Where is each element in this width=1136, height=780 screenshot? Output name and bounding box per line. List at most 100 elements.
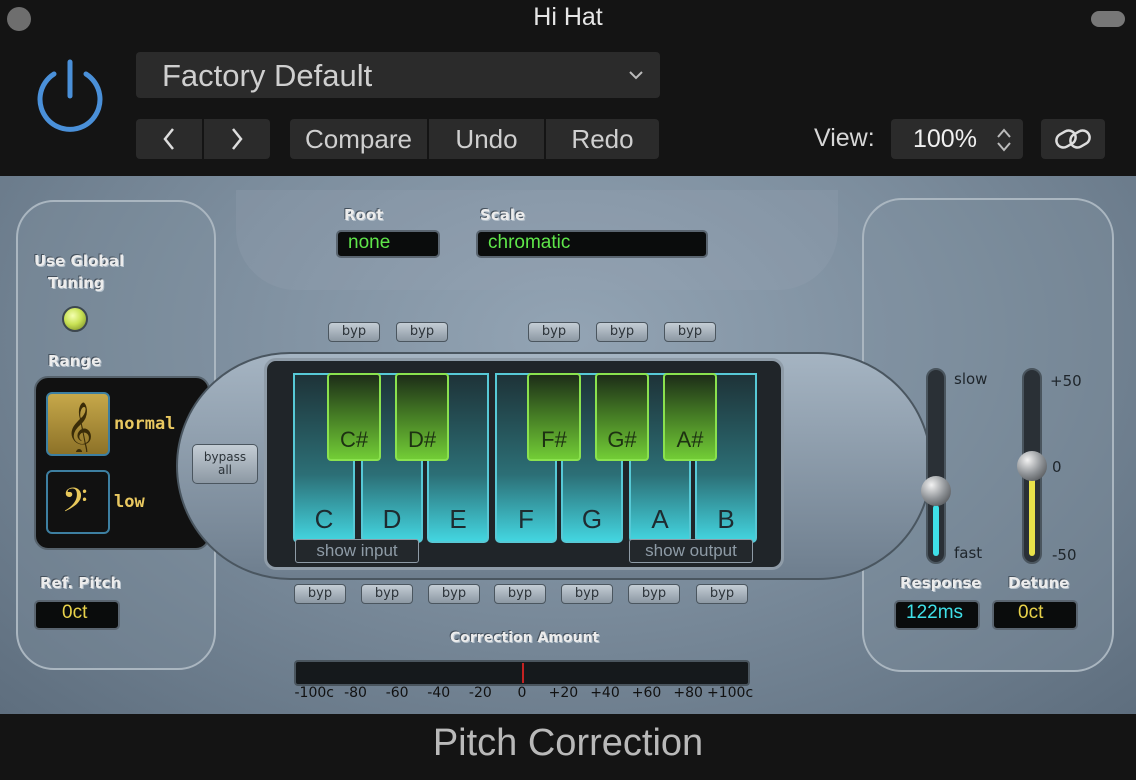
response-slider-fill: [933, 504, 939, 556]
detune-top-label: +50: [1050, 372, 1082, 390]
previous-preset-button[interactable]: [136, 119, 202, 159]
preset-name: Factory Default: [162, 58, 373, 93]
redo-button[interactable]: Redo: [546, 119, 659, 159]
correction-amount-meter: [294, 660, 750, 686]
pitch-correction-panel: Root none Scale chromatic Use Global Tun…: [0, 176, 1136, 714]
next-preset-button[interactable]: [204, 119, 270, 159]
power-button[interactable]: [32, 58, 108, 134]
compare-button[interactable]: Compare: [290, 119, 427, 159]
correction-tick-label: -100c: [294, 685, 334, 701]
key-label: F: [518, 504, 534, 534]
key-label: C: [314, 504, 334, 534]
svg-text:𝄢: 𝄢: [62, 482, 88, 528]
range-low-label: low: [114, 492, 145, 512]
key-label: A: [651, 504, 669, 534]
response-value: 122ms: [906, 602, 964, 623]
key-fsharp[interactable]: F#: [527, 373, 581, 461]
range-normal-button[interactable]: 𝄞: [46, 392, 110, 456]
correction-tick-label: +20: [548, 685, 579, 701]
bypass-e-button[interactable]: byp: [428, 584, 480, 604]
response-slider[interactable]: [926, 368, 946, 564]
key-label: D#: [407, 427, 437, 452]
power-icon: [37, 59, 103, 132]
response-display[interactable]: 122ms: [894, 600, 980, 630]
zoom-value: 100%: [913, 125, 977, 153]
plugin-header: Hi Hat Factory Default Compare Undo Redo…: [0, 0, 1136, 176]
correction-tick-label: +60: [631, 685, 662, 701]
bypass-all-button[interactable]: bypass all: [192, 444, 258, 484]
key-dsharp[interactable]: D#: [395, 373, 449, 461]
key-label: G: [581, 504, 603, 534]
detune-value: 0ct: [1018, 602, 1044, 623]
range-low-button[interactable]: 𝄢: [46, 470, 110, 534]
bypass-gsharp-button[interactable]: byp: [596, 322, 648, 342]
link-icon: [1055, 129, 1091, 149]
root-label: Root: [344, 206, 384, 224]
correction-tick-label: +100c: [707, 685, 754, 701]
bypass-c-button[interactable]: byp: [294, 584, 346, 604]
correction-tick-label: -20: [468, 685, 492, 701]
plugin-footer: Pitch Correction: [0, 714, 1136, 780]
zoom-select[interactable]: 100%: [891, 119, 1023, 159]
bypass-csharp-button[interactable]: byp: [328, 322, 380, 342]
bypass-dsharp-button[interactable]: byp: [396, 322, 448, 342]
range-label: Range: [48, 352, 102, 370]
detune-bottom-label: -50: [1052, 546, 1077, 564]
key-label: G#: [607, 427, 637, 452]
global-tuning-label-line1: Use Global: [34, 252, 125, 270]
bypass-fsharp-button[interactable]: byp: [528, 322, 580, 342]
detune-display[interactable]: 0ct: [992, 600, 1078, 630]
correction-tick-label: 0: [517, 685, 527, 701]
window-resize-handle[interactable]: [1091, 11, 1125, 27]
scale-label: Scale: [480, 206, 526, 224]
detune-slider-knob[interactable]: [1017, 451, 1047, 481]
up-down-arrows-icon: [997, 128, 1011, 152]
window-title: Hi Hat: [533, 3, 603, 31]
chevron-down-icon: [629, 71, 643, 80]
key-label: F#: [541, 427, 567, 452]
bypass-a-button[interactable]: byp: [628, 584, 680, 604]
response-fast-label: fast: [954, 544, 983, 562]
correction-tick-label: +40: [590, 685, 620, 701]
chevron-right-icon: [232, 128, 243, 150]
correction-tick-label: -60: [385, 685, 409, 701]
scale-display[interactable]: chromatic: [476, 230, 708, 258]
svg-text:𝄞: 𝄞: [66, 401, 93, 452]
treble-clef-icon: 𝄞: [66, 401, 93, 452]
scale-value: chromatic: [488, 232, 571, 253]
key-gsharp[interactable]: G#: [595, 373, 649, 461]
key-label: C#: [339, 427, 369, 452]
bypass-all-line2: all: [217, 463, 233, 477]
key-label: B: [717, 504, 735, 534]
bass-clef-icon: 𝄢: [62, 482, 88, 528]
show-input-button[interactable]: show input: [295, 539, 419, 563]
undo-button[interactable]: Undo: [429, 119, 544, 159]
response-slider-knob[interactable]: [921, 475, 951, 506]
show-output-button[interactable]: show output: [629, 539, 753, 563]
key-csharp[interactable]: C#: [327, 373, 381, 461]
bypass-d-button[interactable]: byp: [361, 584, 413, 604]
link-button[interactable]: [1041, 119, 1105, 159]
plugin-name: Pitch Correction: [432, 722, 704, 764]
correction-amount-label: Correction Amount: [450, 630, 600, 646]
root-value: none: [348, 232, 391, 253]
correction-tick-label: -80: [344, 685, 367, 701]
key-asharp[interactable]: A#: [663, 373, 717, 461]
preset-menu[interactable]: Factory Default: [136, 52, 660, 98]
chevron-left-icon: [163, 128, 174, 150]
keyboard: C D E F G A B C# D# F# G# A# show input …: [264, 358, 784, 570]
bypass-b-button[interactable]: byp: [696, 584, 748, 604]
root-display[interactable]: none: [336, 230, 440, 258]
response-slow-label: slow: [954, 370, 988, 388]
global-tuning-toggle[interactable]: [62, 306, 88, 332]
ref-pitch-display[interactable]: 0ct: [34, 600, 120, 630]
key-label: E: [449, 504, 467, 534]
global-tuning-label-line2: Tuning: [48, 274, 105, 292]
range-normal-label: normal: [114, 414, 176, 434]
bypass-asharp-button[interactable]: byp: [664, 322, 716, 342]
ref-pitch-value: 0ct: [62, 602, 88, 623]
bypass-g-button[interactable]: byp: [561, 584, 613, 604]
bypass-f-button[interactable]: byp: [494, 584, 546, 604]
key-label: D: [382, 504, 402, 534]
detune-label: Detune: [1008, 574, 1070, 592]
